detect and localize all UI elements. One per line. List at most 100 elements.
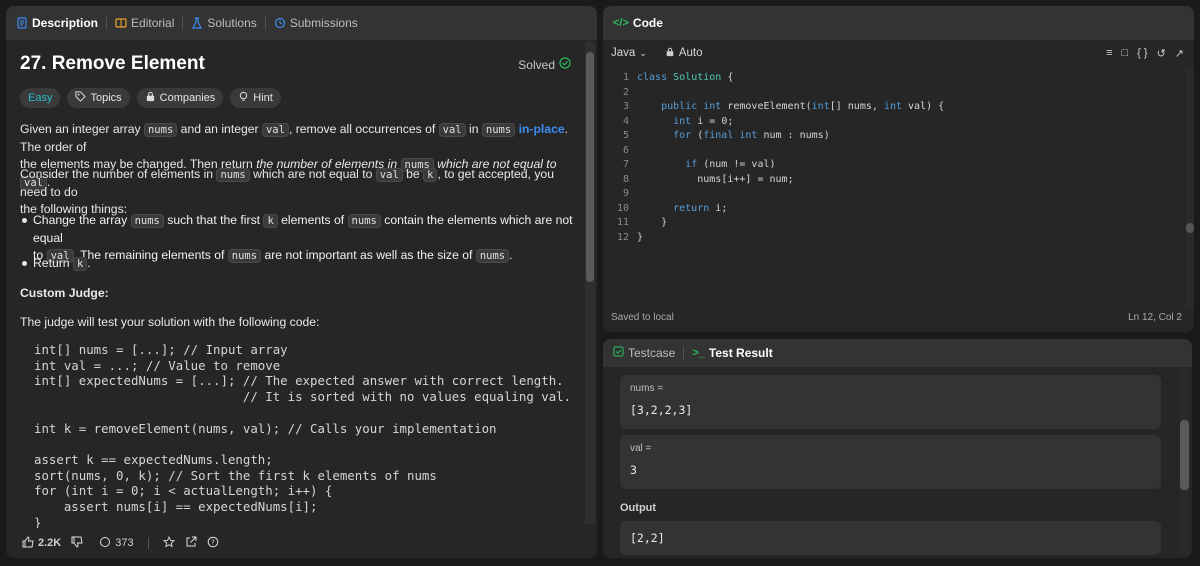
hint-chip-label: Hint <box>253 92 273 104</box>
tab-description[interactable]: Description <box>16 16 98 30</box>
comment-count: 373 <box>115 537 134 549</box>
comments-button[interactable]: 373 <box>99 536 134 551</box>
test-scrollbar[interactable] <box>1180 370 1189 554</box>
code-line: 10 return i; <box>609 203 727 217</box>
help-icon[interactable]: ? <box>207 536 219 551</box>
judge-code-line: // It is sorted with no values equaling … <box>34 389 572 405</box>
code-line: 9 <box>609 188 637 202</box>
star-icon[interactable] <box>162 535 175 551</box>
code-text: return i; <box>673 202 728 214</box>
code-icon: </> <box>613 17 629 29</box>
line-number: 11 <box>616 217 629 228</box>
tab-solutions[interactable]: Solutions <box>191 16 257 30</box>
comment-icon <box>99 536 111 551</box>
judge-code-line: for (int i = 0; i < actualLength; i++) { <box>34 483 333 499</box>
tab-editorial-label: Editorial <box>131 16 175 30</box>
val-input-box[interactable]: val = 3 <box>620 435 1161 489</box>
code-line: 5 for (final int num : nums) <box>609 130 830 144</box>
lock-icon <box>665 47 675 60</box>
tab-separator <box>683 347 685 359</box>
braces-icon[interactable]: { } <box>1137 47 1147 60</box>
line-number: 10 <box>616 202 629 214</box>
check-circle-icon <box>559 57 571 72</box>
line-number: 4 <box>622 115 629 127</box>
nums-value: [3,2,2,3] <box>630 403 693 417</box>
flask-icon <box>191 17 203 29</box>
reset-icon[interactable]: ↺ <box>1157 47 1166 60</box>
tab-separator <box>182 17 184 29</box>
document-icon <box>16 17 28 29</box>
topics-chip[interactable]: Topics <box>67 88 130 108</box>
companies-chip-label: Companies <box>159 92 216 104</box>
share-icon[interactable] <box>185 536 197 551</box>
code-line: 4 int i = 0; <box>609 116 733 130</box>
format-icon[interactable]: ≡ <box>1106 47 1112 60</box>
check-square-icon <box>613 346 624 360</box>
code-panel-header: </> Code <box>603 6 1194 40</box>
description-paragraph-2: Consider the number of elements in nums … <box>20 167 554 216</box>
tab-solutions-label: Solutions <box>207 16 257 30</box>
auto-mode[interactable]: Auto <box>665 47 703 60</box>
svg-text:?: ? <box>211 538 215 546</box>
judge-code-line: int k = removeElement(nums, val); // Cal… <box>34 420 497 436</box>
tab-submissions-label: Submissions <box>289 16 358 30</box>
tab-code[interactable]: </> Code <box>613 16 663 30</box>
nums-input-box[interactable]: nums = [3,2,2,3] <box>620 375 1161 429</box>
tab-testcase-label: Testcase <box>628 346 676 360</box>
companies-chip[interactable]: Companies <box>136 88 224 108</box>
in-place-link[interactable]: in-place <box>519 122 565 136</box>
scrollbar-thumb[interactable] <box>586 52 594 282</box>
line-number: 1 <box>622 72 629 83</box>
dislike-button[interactable] <box>71 536 83 551</box>
line-number: 7 <box>622 159 629 170</box>
output-value: [2,2] <box>630 531 665 545</box>
description-footer: 2.2K 373 ? <box>6 528 597 558</box>
expand-icon[interactable]: ↗ <box>1175 47 1184 60</box>
code-toolbar: Java ⌄ Auto ≡ □ { } ↺ ↗ <box>603 40 1194 66</box>
line-number: 9 <box>622 188 629 199</box>
judge-code-line: int[] nums = [...]; // Input array <box>34 342 288 357</box>
tab-testcase[interactable]: Testcase <box>613 346 675 360</box>
code-line: 6 <box>609 145 637 159</box>
line-number: 12 <box>616 231 629 243</box>
description-panel: Description Editorial Solutions Submissi… <box>6 6 597 558</box>
tab-editorial[interactable]: Editorial <box>115 16 174 30</box>
bookmark-icon[interactable]: □ <box>1122 47 1129 60</box>
judge-code-line: int[] expectedNums = [...]; // The expec… <box>34 373 564 389</box>
description-tabbar: Description Editorial Solutions Submissi… <box>6 6 597 40</box>
code-text: for (final int num : nums) <box>673 130 830 141</box>
judge-code-line: sort(nums, 0, k); // Sort the first k el… <box>34 467 437 483</box>
saved-status: Saved to local <box>611 312 674 323</box>
book-icon <box>115 17 127 29</box>
difficulty-badge: Easy <box>20 88 61 108</box>
language-label: Java <box>611 47 636 59</box>
tab-submissions[interactable]: Submissions <box>274 16 358 30</box>
chevron-down-icon: ⌄ <box>639 47 647 58</box>
tab-test-result[interactable]: >_ Test Result <box>692 346 772 360</box>
judge-code-line: int val = ...; // Value to remove <box>34 357 281 373</box>
code-text: if (num != val) <box>685 159 776 170</box>
editor-actions: ≡ □ { } ↺ ↗ <box>1106 47 1184 60</box>
scrollbar-thumb[interactable] <box>1186 223 1194 233</box>
terminal-icon: >_ <box>692 347 705 359</box>
description-scrollbar[interactable] <box>585 42 595 524</box>
judge-code-line: assert nums[i] == expectedNums[i]; <box>34 499 318 515</box>
line-number: 2 <box>622 86 629 98</box>
language-select[interactable]: Java ⌄ <box>611 47 647 59</box>
code-text: } <box>637 231 644 243</box>
judge-code-line <box>34 405 571 421</box>
code-scrollbar[interactable] <box>1186 68 1194 308</box>
judge-code-line: assert k == expectedNums.length; <box>34 451 273 467</box>
line-number: 3 <box>622 101 629 112</box>
tab-test-result-label: Test Result <box>708 346 773 360</box>
judge-code-block: int[] nums = [...]; // Input array int va… <box>34 342 571 530</box>
code-line: 12} <box>609 232 643 246</box>
tab-description-label: Description <box>32 16 99 30</box>
code-line: 7 if (num != val) <box>609 159 776 173</box>
like-button[interactable]: 2.2K <box>22 535 61 551</box>
problem-title[interactable]: 27. Remove Element <box>20 53 205 75</box>
cursor-position: Ln 12, Col 2 <box>1128 312 1182 323</box>
scrollbar-thumb[interactable] <box>1180 420 1189 490</box>
solved-label: Solved <box>518 57 555 72</box>
hint-chip[interactable]: Hint <box>230 88 281 108</box>
